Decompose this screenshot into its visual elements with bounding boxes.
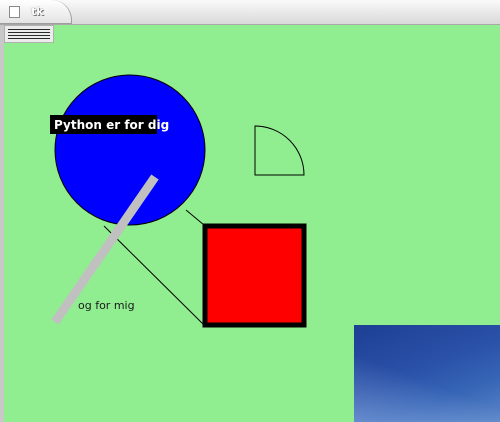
plain-text-label: og for mig [78, 299, 135, 312]
quarter-arc [254, 125, 305, 176]
photo-image [354, 325, 500, 422]
label-box-text: Python er for dig [54, 118, 169, 132]
blue-circle [54, 74, 206, 226]
red-square [202, 223, 307, 328]
tk-window: tk Python er for dig og for mig [0, 0, 500, 422]
photo-highlight [354, 325, 500, 422]
connector-line-upper [185, 209, 205, 226]
